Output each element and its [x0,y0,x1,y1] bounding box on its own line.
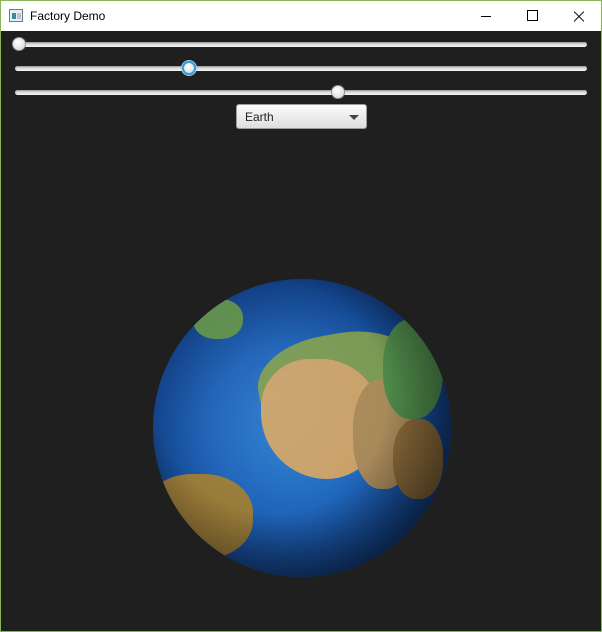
slider-track[interactable] [15,42,587,47]
slider-thumb[interactable] [182,61,197,75]
slider-2[interactable] [15,61,587,77]
slider-1[interactable] [12,37,587,53]
title-bar[interactable]: Factory Demo [1,1,601,31]
app-icon [9,9,23,22]
window-title: Factory Demo [30,9,106,23]
slider-track[interactable] [15,90,587,95]
minimize-button[interactable] [463,1,509,31]
planet-select-value: Earth [245,110,274,124]
maximize-button[interactable] [509,1,555,31]
planet-select[interactable]: Earth [236,104,367,129]
earth-globe[interactable] [153,279,451,577]
app-window: Factory Demo Earth [0,0,602,632]
slider-thumb[interactable] [12,37,26,51]
globe-shading [153,279,451,577]
chevron-down-icon [349,115,359,120]
slider-thumb[interactable] [331,85,346,99]
slider-3[interactable] [15,85,587,101]
slider-track[interactable] [15,66,587,71]
close-button[interactable] [555,1,601,31]
